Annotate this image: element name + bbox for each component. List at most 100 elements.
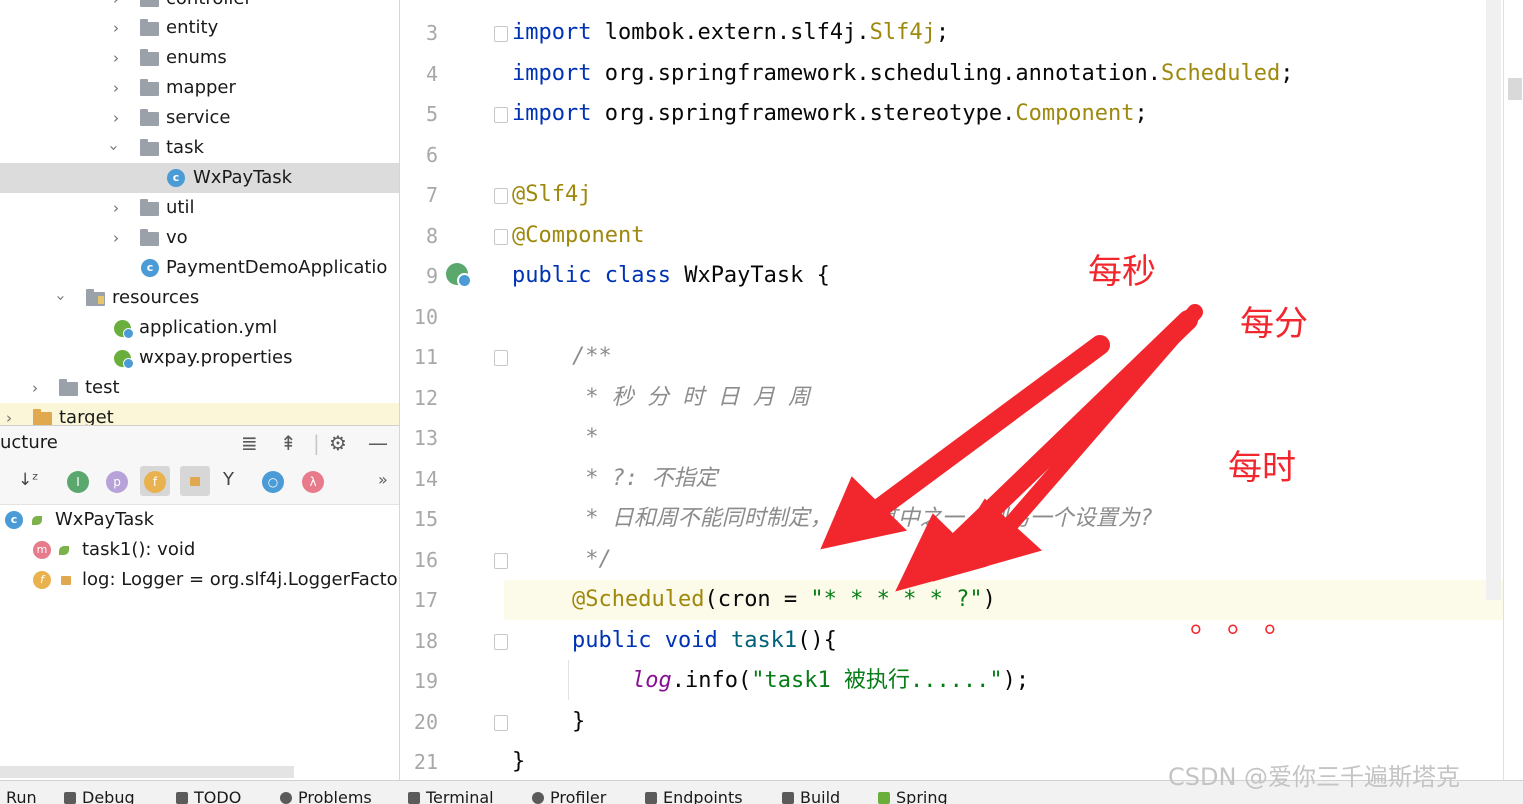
chevron-right-icon[interactable]: › bbox=[113, 0, 119, 14]
fold-marker-icon[interactable] bbox=[494, 634, 508, 650]
tool-debug[interactable]: Debug bbox=[64, 788, 135, 804]
code-line-17[interactable]: @Scheduled(cron = "* * * * * ?") bbox=[572, 580, 996, 620]
inherited-icon[interactable]: I bbox=[67, 471, 89, 493]
structure-item-method[interactable]: m task1(): void bbox=[0, 535, 399, 565]
chevron-right-icon[interactable]: › bbox=[6, 403, 12, 425]
tree-item-wxpay-properties[interactable]: wxpay.properties bbox=[0, 343, 399, 373]
tree-item-service[interactable]: › service bbox=[0, 103, 399, 133]
fields-icon[interactable]: f bbox=[144, 471, 166, 493]
code-line-3[interactable]: import lombok.extern.slf4j.Slf4j; bbox=[512, 13, 949, 53]
fold-marker-icon[interactable] bbox=[494, 26, 508, 42]
tool-todo[interactable]: TODO bbox=[176, 788, 241, 804]
tool-profiler[interactable]: Profiler bbox=[532, 788, 606, 804]
code-line-13[interactable]: * bbox=[572, 418, 598, 458]
code-line-18[interactable]: public void task1(){ bbox=[572, 621, 837, 661]
tree-item-controller[interactable]: › controller bbox=[0, 0, 399, 14]
error-stripe-marker[interactable] bbox=[1508, 78, 1522, 100]
excluded-folder-icon bbox=[33, 409, 52, 425]
line-number: 14 bbox=[413, 467, 438, 491]
tool-endpoints[interactable]: Endpoints bbox=[645, 788, 743, 804]
code-line-7[interactable]: @Slf4j bbox=[512, 175, 591, 215]
structure-item-class[interactable]: c WxPayTask bbox=[0, 505, 399, 535]
fold-marker-icon[interactable] bbox=[494, 350, 508, 366]
code-line-16[interactable]: */ bbox=[572, 540, 612, 580]
code-line-15[interactable]: * 日和周不能同时制定，指定其中之一，则另一个设置为? bbox=[572, 499, 1153, 539]
fold-marker-icon[interactable] bbox=[494, 107, 508, 123]
tree-item-util[interactable]: › util bbox=[0, 193, 399, 223]
structure-panel-title: ucture bbox=[0, 432, 58, 453]
arrow-seconds bbox=[870, 335, 1110, 518]
chevron-right-icon[interactable]: › bbox=[113, 103, 119, 133]
tool-spring[interactable]: Spring bbox=[878, 788, 948, 804]
non-public-icon[interactable] bbox=[190, 477, 200, 486]
code-line-20[interactable]: } bbox=[572, 702, 585, 742]
minimize-icon[interactable]: — bbox=[368, 431, 388, 455]
structure-item-field[interactable]: f log: Logger = org.slf4j.LoggerFactor bbox=[0, 565, 405, 595]
code-line-4[interactable]: import org.springframework.scheduling.an… bbox=[512, 54, 1294, 94]
profiler-icon bbox=[532, 792, 544, 804]
tree-item-vo[interactable]: › vo bbox=[0, 223, 399, 253]
chevron-right-icon[interactable]: › bbox=[113, 43, 119, 73]
structure-panel-header: ucture ≣ ⇞ | ⚙ — bbox=[0, 425, 399, 461]
folder-icon bbox=[140, 229, 159, 246]
chevron-right-icon[interactable]: › bbox=[113, 193, 119, 223]
folder-icon bbox=[140, 0, 159, 7]
folder-icon bbox=[140, 19, 159, 36]
tree-item-enums[interactable]: › enums bbox=[0, 43, 399, 73]
horizontal-scrollbar[interactable] bbox=[0, 766, 294, 778]
tree-item-task[interactable]: › task bbox=[0, 133, 399, 163]
expand-all-icon[interactable]: ≣ bbox=[241, 431, 258, 455]
list-icon bbox=[176, 792, 188, 804]
spring-config-icon bbox=[114, 320, 134, 339]
line-number: 19 bbox=[413, 669, 438, 693]
anonymous-icon[interactable]: ○ bbox=[262, 471, 284, 493]
folder-icon bbox=[140, 199, 159, 216]
tree-item-application-yml[interactable]: application.yml bbox=[0, 313, 399, 343]
spring-config-icon bbox=[114, 350, 134, 369]
chevron-right-icon[interactable]: › bbox=[113, 73, 119, 103]
chevron-down-icon[interactable]: › bbox=[46, 295, 76, 301]
code-line-11[interactable]: /** bbox=[572, 337, 612, 377]
fold-marker-icon[interactable] bbox=[494, 188, 508, 204]
sort-alpha-icon[interactable]: ↓ᶻ bbox=[18, 470, 38, 490]
line-number: 10 bbox=[413, 305, 438, 329]
run-scheduled-gutter-icon[interactable] bbox=[446, 263, 472, 288]
tool-problems[interactable]: Problems bbox=[280, 788, 372, 804]
tree-item-mapper[interactable]: › mapper bbox=[0, 73, 399, 103]
chevron-right-icon[interactable]: › bbox=[32, 373, 38, 403]
chevron-down-icon[interactable]: › bbox=[99, 145, 129, 151]
code-line-9[interactable]: public class WxPayTask { bbox=[512, 256, 830, 296]
code-line-14[interactable]: * ?: 不指定 bbox=[572, 459, 717, 499]
fold-marker-icon[interactable] bbox=[494, 553, 508, 569]
properties-icon[interactable]: p bbox=[106, 471, 128, 493]
tool-build[interactable]: Build bbox=[782, 788, 840, 804]
code-line-5[interactable]: import org.springframework.stereotype.Co… bbox=[512, 94, 1148, 134]
separator: | bbox=[313, 431, 320, 455]
editor-vertical-scrollbar[interactable] bbox=[1486, 0, 1501, 600]
gear-icon[interactable]: ⚙ bbox=[329, 431, 347, 455]
code-line-8[interactable]: @Component bbox=[512, 216, 644, 256]
tree-item-paymentdemoapplication[interactable]: c PaymentDemoApplicatio bbox=[0, 253, 399, 283]
tool-run[interactable]: Run bbox=[6, 788, 37, 804]
more-icon[interactable]: » bbox=[378, 470, 388, 489]
tree-item-entity[interactable]: › entity bbox=[0, 13, 399, 43]
line-number: 21 bbox=[413, 750, 438, 774]
fold-marker-icon[interactable] bbox=[494, 715, 508, 731]
editor-right-edge bbox=[1503, 0, 1504, 780]
collapse-all-icon[interactable]: ⇞ bbox=[280, 431, 297, 455]
tool-terminal[interactable]: Terminal bbox=[408, 788, 494, 804]
line-number: 3 bbox=[425, 21, 438, 45]
tree-item-target[interactable]: › target bbox=[0, 403, 399, 425]
tree-item-wxpaytask[interactable]: c WxPayTask bbox=[0, 163, 399, 193]
code-line-19[interactable]: log.info("task1 被执行......"); bbox=[632, 661, 1029, 701]
tree-item-test[interactable]: › test bbox=[0, 373, 399, 403]
code-line-21[interactable]: } bbox=[512, 742, 525, 782]
merge-icon[interactable]: Y bbox=[223, 469, 234, 490]
lambda-icon[interactable]: λ bbox=[302, 471, 324, 493]
chevron-right-icon[interactable]: › bbox=[113, 13, 119, 43]
fold-marker-icon[interactable] bbox=[494, 229, 508, 245]
chevron-right-icon[interactable]: › bbox=[113, 223, 119, 253]
line-number: 15 bbox=[413, 507, 438, 531]
code-line-12[interactable]: * 秒 分 时 日 月 周 bbox=[572, 378, 810, 418]
tree-item-resources[interactable]: › resources bbox=[0, 283, 399, 313]
